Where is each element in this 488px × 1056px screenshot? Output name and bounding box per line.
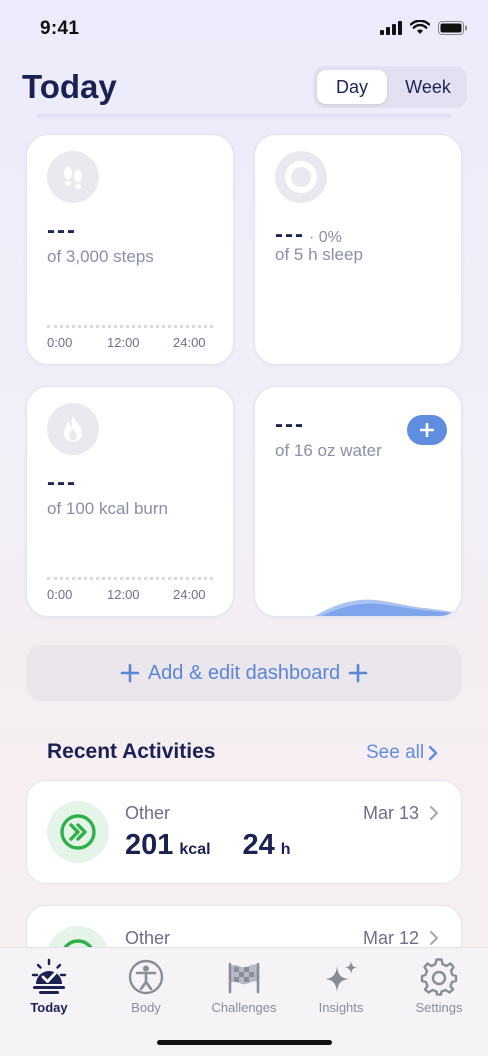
steps-timeline [47,325,213,328]
steps-axis-mid: 12:00 [107,335,140,350]
water-value: --- [275,411,305,438]
water-card[interactable]: --- of 16 oz water [254,386,462,617]
tab-body-label: Body [131,1000,161,1015]
steps-card[interactable]: --- of 3,000 steps 0:00 12:00 24:00 [26,134,234,365]
header-divider [36,114,452,120]
see-all-link[interactable]: See all [366,742,438,764]
tab-body[interactable]: Body [97,958,195,1018]
recent-activities-title: Recent Activities [47,740,216,763]
steps-value: --- [47,217,77,244]
water-goal: of 16 oz water [275,441,382,460]
steps-axis-end: 24:00 [173,335,206,350]
tab-challenges-label: Challenges [211,1000,277,1015]
add-edit-dashboard-label: Add & edit dashboard [147,661,341,684]
home-indicator [157,1040,332,1045]
add-water-button[interactable] [407,415,447,445]
tab-insights[interactable]: Insights [292,958,390,1018]
plus-icon [420,423,434,437]
steps-goal: of 3,000 steps [47,247,154,266]
chevron-right-icon [430,931,438,945]
wifi-icon [410,20,430,34]
battery-icon [438,20,467,35]
status-bar: 9:41 [0,0,488,56]
chevron-right-icon [428,745,438,761]
activity-date: Mar 13 [362,803,419,823]
tab-insights-label: Insights [318,1000,364,1015]
double-chevron-icon [47,801,109,863]
body-icon [126,958,166,996]
plus-icon [120,663,140,683]
flame-icon [47,403,99,455]
sparkle-icon [321,958,361,996]
day-week-toggle: Day Week [313,66,467,108]
activity-type: Other [125,803,171,823]
burn-axis-start: 0:00 [47,587,73,602]
cellular-signal-icon [380,20,402,35]
status-icons [380,20,468,35]
steps-axis-start: 0:00 [47,335,73,350]
burn-goal: of 100 kcal burn [47,499,168,518]
activity-calories-unit: kcal [179,841,211,858]
burn-card[interactable]: --- of 100 kcal burn 0:00 12:00 24:00 [26,386,234,617]
activity-calories: 201 [125,829,174,861]
activity-stats: 201 kcal 24 h [125,829,291,862]
gear-icon [419,958,459,996]
flag-icon [224,958,264,996]
page-title: Today [22,68,117,105]
tab-today-label: Today [30,1000,68,1015]
activity-duration: 24 [242,829,275,861]
segment-day[interactable]: Day [317,70,387,104]
sleep-goal: of 5 h sleep [275,245,363,264]
burn-axis-mid: 12:00 [107,587,140,602]
segment-week[interactable]: Week [393,70,463,104]
tab-settings-label: Settings [415,1000,463,1015]
water-wave-graphic [315,599,461,616]
today-icon [29,958,69,996]
sleep-card[interactable]: --- · 0% of 5 h sleep [254,134,462,365]
activity-duration-unit: h [280,841,291,858]
tab-challenges[interactable]: Challenges [195,958,293,1018]
see-all-label: See all [366,742,425,763]
tab-settings[interactable]: Settings [390,958,488,1018]
status-time: 9:41 [40,18,80,39]
tab-today[interactable]: Today [0,958,98,1018]
burn-value: --- [47,469,77,496]
plus-icon [348,663,368,683]
add-edit-dashboard-button[interactable]: Add & edit dashboard [26,645,462,701]
activity-type: Other [125,928,171,948]
activity-date: Mar 12 [362,928,419,948]
sleep-ring-icon [275,151,327,203]
chevron-right-icon [430,806,438,820]
burn-axis-end: 24:00 [173,587,206,602]
footprints-icon [47,151,99,203]
burn-timeline [47,577,213,580]
activity-card[interactable]: Other Mar 13 201 kcal 24 h [26,780,462,884]
